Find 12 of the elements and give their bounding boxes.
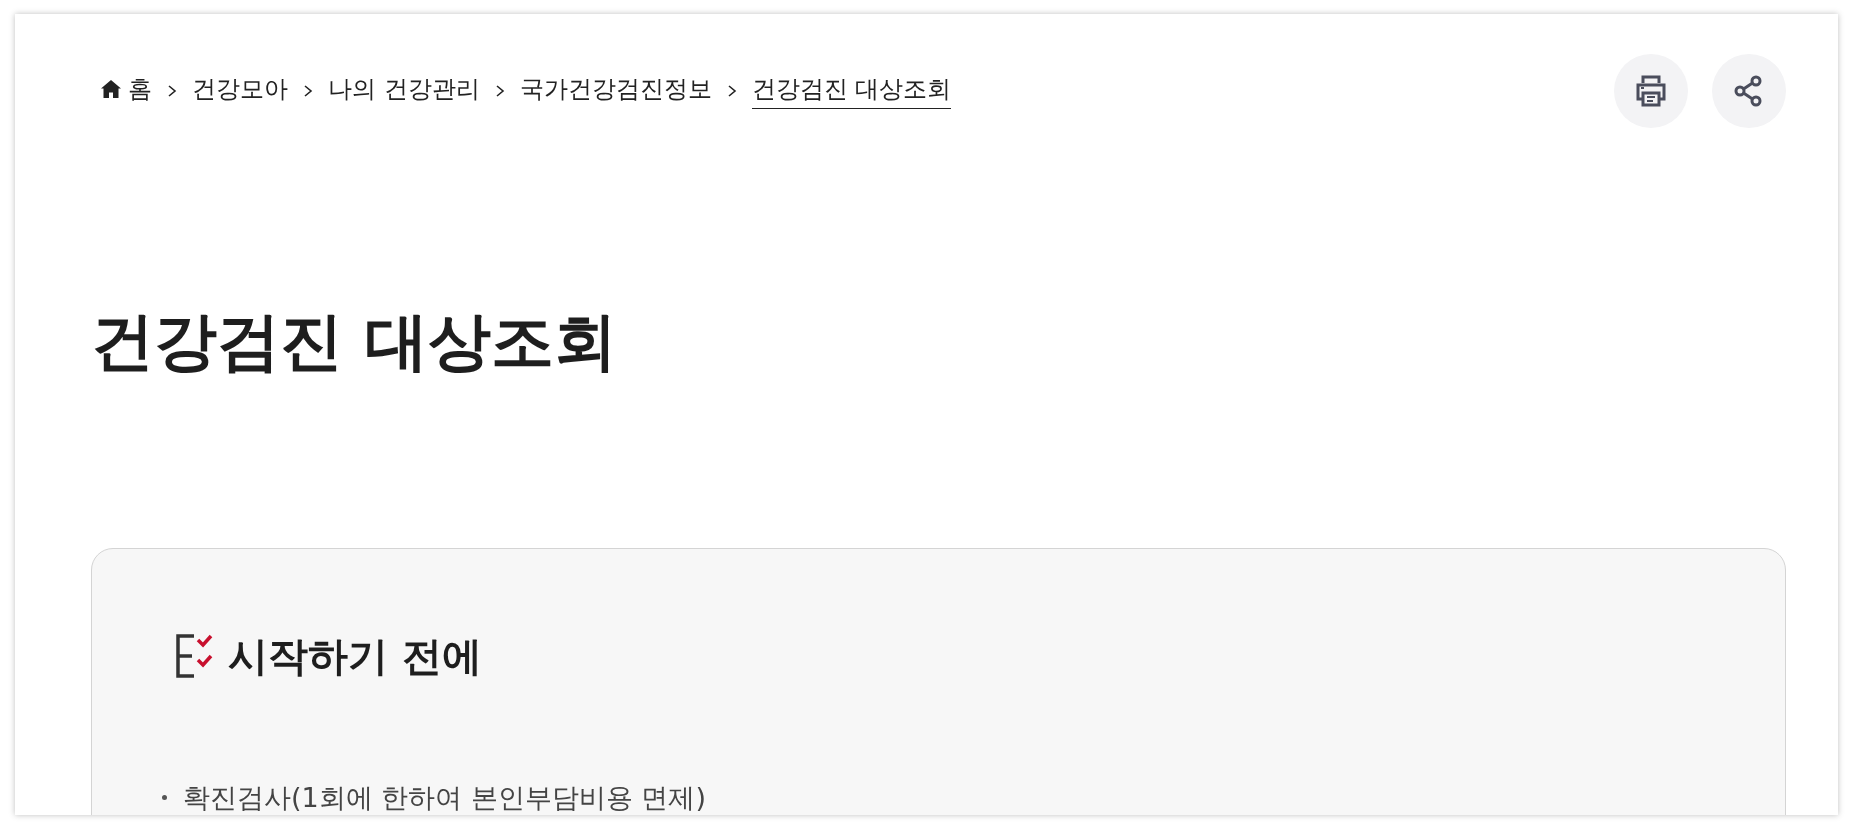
breadcrumb-link[interactable]: 건강검진 대상조회	[751, 73, 952, 109]
breadcrumb-link[interactable]: 나의 건강관리	[328, 73, 480, 109]
notice-heading: 시작하기 전에	[228, 631, 482, 681]
home-icon	[100, 79, 122, 99]
chevron-icon	[302, 84, 314, 98]
chevron-icon	[166, 84, 178, 98]
bullet-icon	[162, 795, 167, 801]
breadcrumb-link[interactable]: 국가건강검진정보	[519, 73, 712, 109]
breadcrumb-link[interactable]: 건강모아	[192, 73, 288, 109]
breadcrumb-link[interactable]: 홈	[100, 73, 152, 109]
page-title: 건강검진 대상조회	[91, 304, 618, 380]
notice-item: 확진검사(1회에 한하여 본인부담비용 면제)	[183, 780, 706, 815]
